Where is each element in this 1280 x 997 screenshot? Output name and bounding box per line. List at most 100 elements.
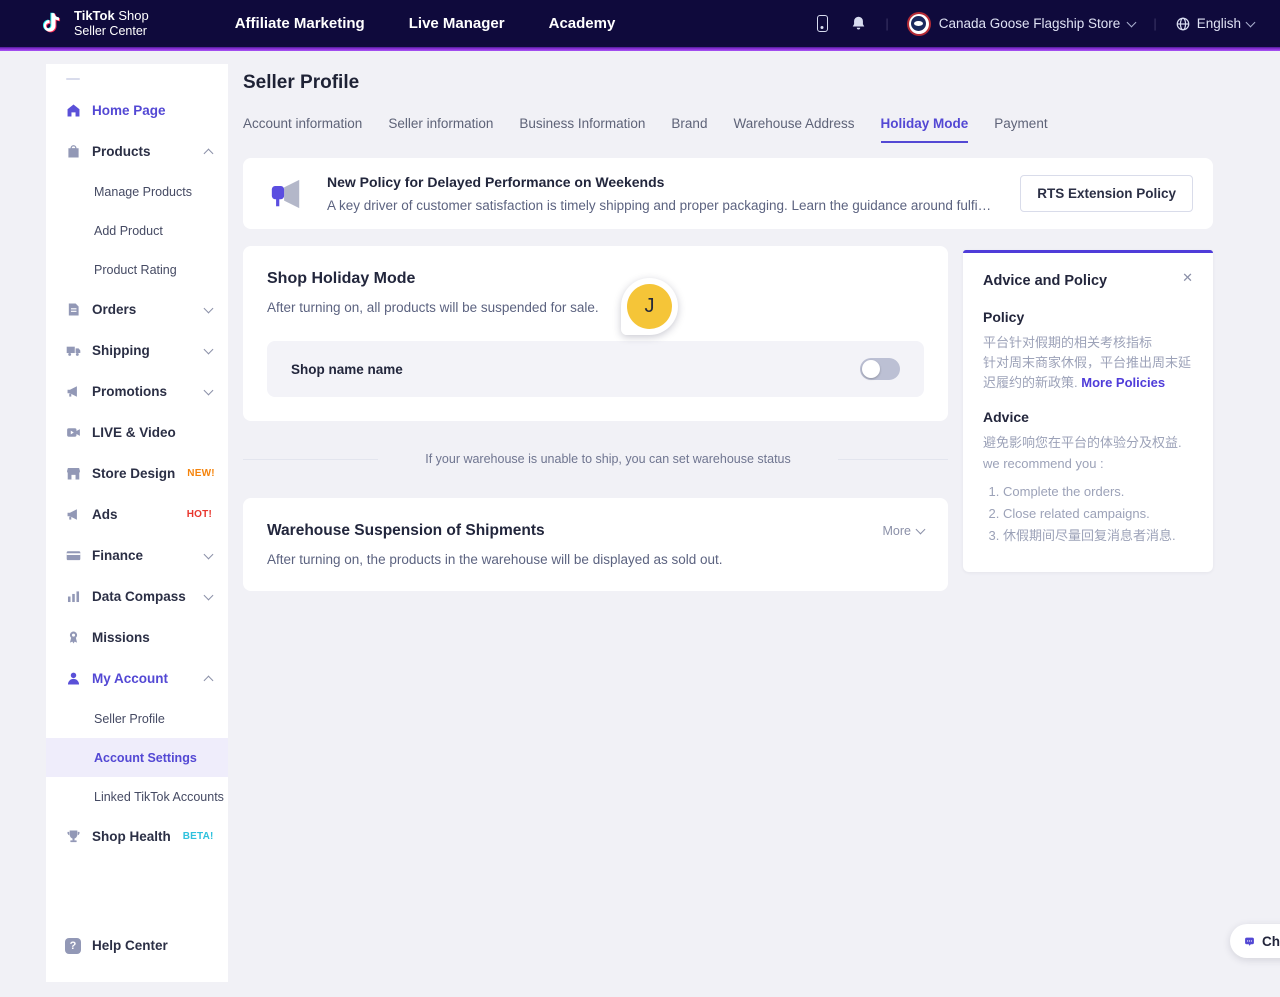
sidebar-item-home-page[interactable]: Home Page xyxy=(46,90,228,131)
chat-button[interactable]: Ch xyxy=(1230,924,1280,958)
close-icon[interactable]: ✕ xyxy=(1182,271,1193,284)
sidebar-item-label: Home Page xyxy=(92,103,212,118)
tab-holiday-mode[interactable]: Holiday Mode xyxy=(881,116,969,143)
tab-brand[interactable]: Brand xyxy=(671,116,707,143)
nav-separator: | xyxy=(1153,16,1156,31)
megaphone-icon xyxy=(64,506,82,524)
language-switcher[interactable]: English xyxy=(1175,16,1254,32)
sidebar-item-label: Promotions xyxy=(92,384,195,399)
chevron-down-icon xyxy=(204,590,214,600)
profile-tabs: Account information Seller information B… xyxy=(243,116,1213,144)
sidebar-item-store-design[interactable]: Store Design NEW! xyxy=(46,453,228,494)
divider-text: If your warehouse is unable to ship, you… xyxy=(378,452,838,466)
holiday-mode-toggle[interactable] xyxy=(860,358,900,380)
sidebar-item-label: Shop Health xyxy=(92,829,171,844)
language-label: English xyxy=(1197,16,1241,31)
video-icon xyxy=(64,424,82,442)
advice-list-item: Complete the orders. xyxy=(1003,482,1193,502)
sidebar-item-finance[interactable]: Finance xyxy=(46,535,228,576)
storefront-icon xyxy=(64,465,82,483)
trophy-icon xyxy=(64,828,82,846)
advice-list-item: Close related campaigns. xyxy=(1003,504,1193,524)
chevron-down-icon xyxy=(204,344,214,354)
tab-payment[interactable]: Payment xyxy=(994,116,1047,143)
shop-holiday-mode-card: Shop Holiday Mode After turning on, all … xyxy=(243,246,948,421)
tab-account-information[interactable]: Account information xyxy=(243,116,362,143)
sidebar-item-my-account[interactable]: My Account xyxy=(46,658,228,699)
sidebar-subitem-product-rating[interactable]: Product Rating xyxy=(46,250,228,289)
sidebar-item-products[interactable]: Products xyxy=(46,131,228,172)
sidebar: Home Page Products Manage Products Add P… xyxy=(46,64,228,982)
nav-link-academy[interactable]: Academy xyxy=(549,15,616,32)
sidebar-subitem-account-settings[interactable]: Account Settings xyxy=(46,738,228,777)
announcement-megaphone-icon xyxy=(267,177,305,211)
chevron-down-icon xyxy=(204,385,214,395)
shop-name-label: Shop name name xyxy=(291,362,403,377)
advice-list: Complete the orders. Close related campa… xyxy=(1003,482,1193,546)
warehouse-card-header: Warehouse Suspension of Shipments More xyxy=(267,522,924,540)
page-title: Seller Profile xyxy=(243,72,1213,94)
more-link[interactable]: More xyxy=(883,524,924,538)
sidebar-item-missions[interactable]: Missions xyxy=(46,617,228,658)
tab-warehouse-address[interactable]: Warehouse Address xyxy=(733,116,854,143)
nav-link-affiliate-marketing[interactable]: Affiliate Marketing xyxy=(235,15,365,32)
sidebar-item-ads[interactable]: Ads HOT! xyxy=(46,494,228,535)
sidebar-subitem-linked-tiktok-accounts[interactable]: Linked TikTok Accounts xyxy=(46,777,228,816)
credit-card-icon xyxy=(64,547,82,565)
bar-chart-icon xyxy=(64,588,82,606)
tiktok-logo-icon xyxy=(40,11,66,37)
chevron-down-icon xyxy=(1246,17,1256,27)
holiday-card-title: Shop Holiday Mode xyxy=(267,270,924,288)
sidebar-item-shop-health[interactable]: Shop Health BETA! xyxy=(46,816,228,857)
tab-business-information[interactable]: Business Information xyxy=(519,116,645,143)
sidebar-item-orders[interactable]: Orders xyxy=(46,289,228,330)
advice-list-item: 休假期间尽量回复消息者消息. xyxy=(1003,526,1193,546)
sidebar-item-data-compass[interactable]: Data Compass xyxy=(46,576,228,617)
globe-icon xyxy=(1175,16,1191,32)
notifications-bell-icon[interactable] xyxy=(849,15,867,33)
sidebar-item-label: My Account xyxy=(92,671,195,686)
policy-heading: Policy xyxy=(983,309,1193,325)
shop-toggle-row: Shop name name xyxy=(267,341,924,397)
sidebar-collapse-indicator xyxy=(66,78,80,80)
chevron-down-icon xyxy=(916,525,926,535)
holiday-card-description: After turning on, all products will be s… xyxy=(267,300,924,315)
nav-separator: | xyxy=(885,16,888,31)
store-switcher[interactable]: Canada Goose Flagship Store xyxy=(907,12,1136,36)
brand-text: TikTok Shop Seller Center xyxy=(74,9,149,38)
mobile-app-icon[interactable] xyxy=(813,15,831,33)
policy-line1: 平台针对假期的相关考核指标 xyxy=(983,335,1152,350)
more-policies-link[interactable]: More Policies xyxy=(1081,375,1165,390)
sidebar-subitem-add-product[interactable]: Add Product xyxy=(46,211,228,250)
brand[interactable]: TikTok Shop Seller Center xyxy=(40,9,149,38)
nav-accent-bar xyxy=(0,47,1280,51)
chevron-up-icon xyxy=(204,148,214,158)
advice-heading: Advice xyxy=(983,409,1193,425)
sidebar-item-shipping[interactable]: Shipping xyxy=(46,330,228,371)
nav-right: | Canada Goose Flagship Store | English xyxy=(813,12,1254,36)
help-question-icon: ? xyxy=(64,937,82,955)
divider-line xyxy=(243,459,378,460)
brand-name-bold: TikTok xyxy=(74,8,115,23)
collaborator-cursor-pin: J xyxy=(621,278,678,335)
collaborator-avatar: J xyxy=(627,284,672,329)
divider-line xyxy=(838,459,948,460)
sidebar-item-promotions[interactable]: Promotions xyxy=(46,371,228,412)
policy-text: 平台针对假期的相关考核指标 针对周末商家休假，平台推出周末延迟履约的新政策. M… xyxy=(983,333,1193,393)
sidebar-item-live-video[interactable]: LIVE & Video xyxy=(46,412,228,453)
orders-document-icon xyxy=(64,301,82,319)
rts-extension-policy-button[interactable]: RTS Extension Policy xyxy=(1020,175,1193,212)
store-name: Canada Goose Flagship Store xyxy=(939,16,1121,31)
more-label: More xyxy=(883,524,911,538)
hot-badge: HOT! xyxy=(187,509,212,520)
tab-seller-information[interactable]: Seller information xyxy=(388,116,493,143)
sidebar-item-label: Store Design xyxy=(92,466,175,481)
chevron-up-icon xyxy=(204,675,214,685)
sidebar-subitem-manage-products[interactable]: Manage Products xyxy=(46,172,228,211)
toggle-knob xyxy=(862,360,880,378)
sidebar-item-help-center[interactable]: ? Help Center xyxy=(46,925,228,966)
warehouse-suspension-card: Warehouse Suspension of Shipments More A… xyxy=(243,498,948,591)
sidebar-subitem-seller-profile[interactable]: Seller Profile xyxy=(46,699,228,738)
store-avatar xyxy=(907,12,931,36)
nav-link-live-manager[interactable]: Live Manager xyxy=(409,15,505,32)
